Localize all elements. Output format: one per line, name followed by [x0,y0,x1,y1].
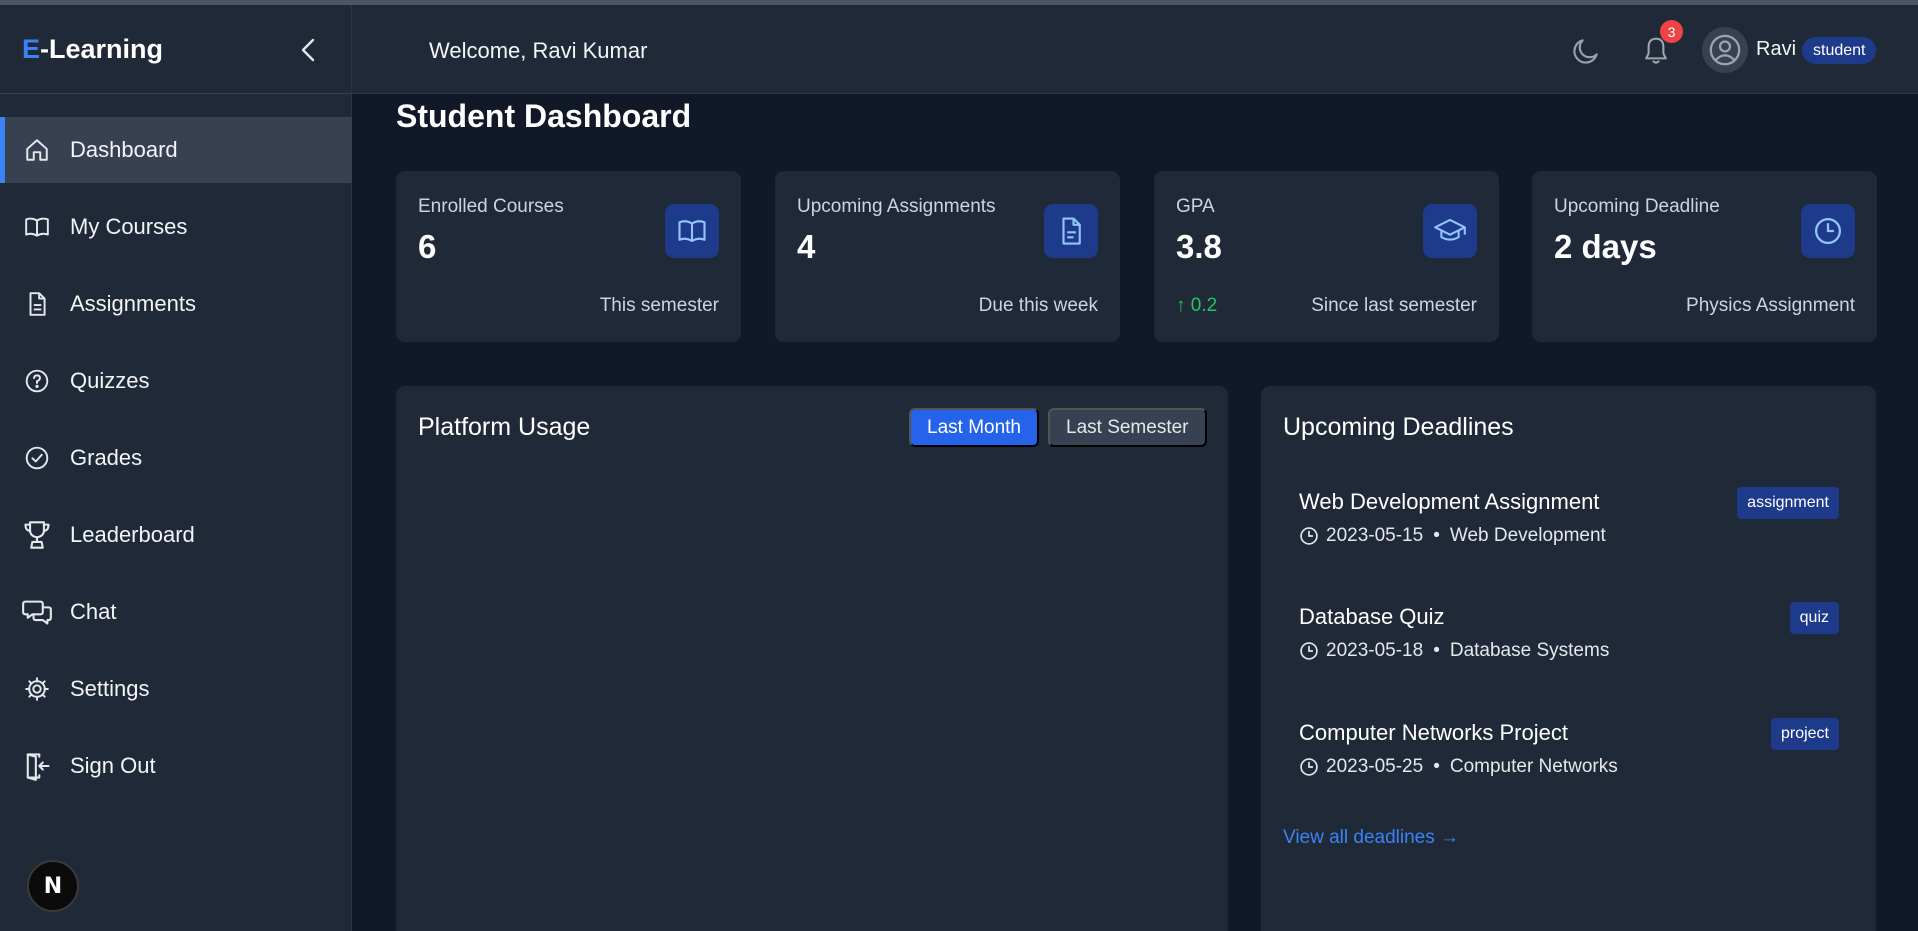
deadline-title: Web Development Assignment [1299,489,1600,514]
last-month-button[interactable]: Last Month [909,408,1039,447]
panel-title: Platform Usage [418,413,591,441]
panel-title: Upcoming Deadlines [1283,413,1514,441]
sidebar-item-chat[interactable]: Chat [0,579,352,645]
deadline-course: Database Systems [1449,640,1610,661]
user-name[interactable]: Ravi [1756,38,1796,61]
framework-badge[interactable]: N [27,860,79,912]
top-header: Welcome, Ravi Kumar 3 Ravi student [352,5,1918,94]
deadline-date: 2023-05-18 [1326,640,1424,661]
deadline-course: Web Development [1449,525,1606,546]
sidebar-item-leaderboard[interactable]: Leaderboard [0,502,352,568]
chat-bubbles-icon [22,597,52,627]
sign-out-icon [22,751,52,781]
book-open-icon [665,204,719,258]
sidebar-item-label: Grades [70,445,143,470]
clock-icon [1801,204,1855,258]
sidebar-item-label: Dashboard [70,137,178,162]
stat-subtext: Due this week [978,295,1098,316]
upcoming-deadlines-panel: Upcoming Deadlines Web Development Assig… [1261,386,1876,931]
sidebar-item-my-courses[interactable]: My Courses [0,194,352,260]
page-title: Student Dashboard [396,98,692,134]
logo-prefix: E [22,34,41,64]
sidebar-item-label: Settings [70,676,150,701]
deadline-meta: 2023-05-15 • Web Development [1299,525,1606,547]
stat-card-gpa: GPA 3.8 ↑ 0.2 Since last semester [1154,171,1499,342]
sidebar: E-Learning Dashboard My Courses Assignme… [0,5,352,931]
user-circle-icon [1709,34,1741,66]
logo-text: -Learning [40,34,164,64]
deadline-type-tag: quiz [1789,602,1839,634]
deadline-item[interactable]: Database Quiz 2023-05-18 • Database Syst… [1299,602,1839,674]
sidebar-item-label: Chat [70,599,117,624]
usage-chart-area [418,466,1206,931]
stat-value: 2 days [1554,228,1657,265]
sidebar-item-label: Assignments [70,291,196,316]
clock-icon [1299,525,1321,547]
deadline-item[interactable]: Web Development Assignment 2023-05-15 • … [1299,487,1839,559]
trophy-icon [22,520,52,550]
stat-value: 4 [797,228,816,265]
platform-usage-panel: Platform Usage Last Month Last Semester [396,386,1228,931]
chevron-left-icon [301,38,315,62]
separator-dot: • [1433,525,1440,546]
app-logo[interactable]: E-Learning [22,34,163,65]
theme-toggle-button[interactable] [1566,31,1606,71]
book-open-icon [22,212,52,242]
deadline-date: 2023-05-25 [1326,756,1424,777]
deadline-title: Database Quiz [1299,604,1445,629]
sidebar-item-settings[interactable]: Settings [0,656,352,722]
deadline-meta: 2023-05-25 • Computer Networks [1299,756,1618,778]
stat-label: Upcoming Assignments [797,196,996,217]
deadline-title: Computer Networks Project [1299,720,1568,745]
stat-label: Upcoming Deadline [1554,196,1720,217]
sidebar-item-quizzes[interactable]: Quizzes [0,348,352,414]
sidebar-brand: E-Learning [0,5,351,94]
stat-label: GPA [1176,196,1215,217]
sidebar-item-label: Quizzes [70,368,150,393]
deadline-meta: 2023-05-18 • Database Systems [1299,640,1609,662]
collapse-sidebar-button[interactable] [292,33,326,67]
graduation-cap-icon [1423,204,1477,258]
check-circle-icon [22,443,52,473]
sidebar-item-label: Sign Out [70,753,156,778]
sidebar-item-sign-out[interactable]: Sign Out [0,733,352,799]
stat-subtext: This semester [599,295,719,316]
sidebar-nav: Dashboard My Courses Assignments Quizzes… [0,117,352,810]
moon-icon [1573,39,1598,64]
stat-subtext: Since last semester [1311,295,1477,316]
sidebar-item-label: Leaderboard [70,522,195,547]
gpa-trend: ↑ 0.2 [1176,295,1218,316]
stat-value: 6 [418,228,437,265]
separator-dot: • [1433,640,1440,661]
help-circle-icon [22,366,52,396]
separator-dot: • [1433,756,1440,777]
notification-count-badge: 3 [1660,20,1683,43]
last-semester-button[interactable]: Last Semester [1048,408,1207,447]
file-text-icon [22,289,52,319]
stat-card-upcoming-assignments: Upcoming Assignments 4 Due this week [775,171,1120,342]
sidebar-item-label: My Courses [70,214,188,239]
stat-subtext: Physics Assignment [1686,295,1855,316]
deadline-course: Computer Networks [1449,756,1618,777]
stat-label: Enrolled Courses [418,196,564,217]
deadline-type-tag: project [1770,718,1839,750]
user-avatar[interactable] [1702,27,1748,73]
sidebar-item-grades[interactable]: Grades [0,425,352,491]
sidebar-item-assignments[interactable]: Assignments [0,271,352,337]
deadline-type-tag: assignment [1737,487,1839,519]
welcome-text: Welcome, Ravi Kumar [429,38,648,63]
stat-card-upcoming-deadline: Upcoming Deadline 2 days Physics Assignm… [1532,171,1877,342]
stat-card-enrolled-courses: Enrolled Courses 6 This semester [396,171,741,342]
home-icon [22,135,52,165]
role-badge: student [1802,37,1877,64]
file-text-icon [1044,204,1098,258]
sidebar-item-dashboard[interactable]: Dashboard [0,117,352,183]
deadline-date: 2023-05-15 [1326,525,1424,546]
stat-value: 3.8 [1176,228,1222,265]
clock-icon [1299,640,1321,662]
deadline-item[interactable]: Computer Networks Project 2023-05-25 • C… [1299,718,1839,790]
view-all-deadlines-link[interactable]: View all deadlines → [1283,827,1459,849]
clock-icon [1299,756,1321,778]
gear-icon [22,674,52,704]
